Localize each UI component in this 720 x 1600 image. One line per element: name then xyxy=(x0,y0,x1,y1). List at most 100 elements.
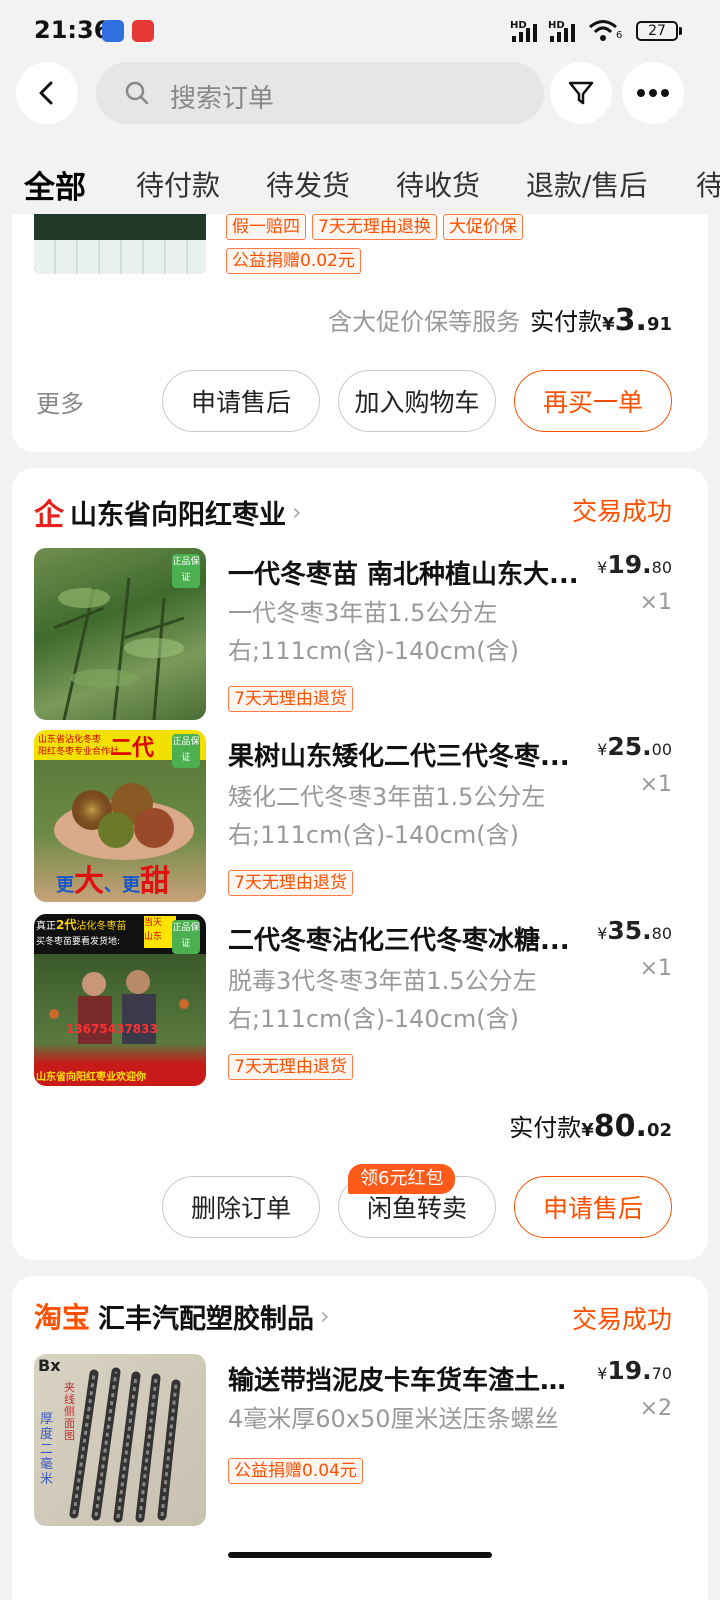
paid-summary: 实付款 ¥ 80. 02 xyxy=(509,1108,672,1144)
mudflap-image xyxy=(69,1367,181,1523)
wifi-sub-label: 6 xyxy=(616,30,623,41)
paid-amount-int: 3. xyxy=(614,303,647,338)
battery-level: 27 xyxy=(648,23,666,39)
paid-label: 实付款 xyxy=(530,308,603,336)
product-thumbnail[interactable]: 山东省沾化冬枣 阳红冬枣专业合作社 二代 正品保证 更大、更甜 xyxy=(34,730,206,902)
chevron-right-icon: › xyxy=(292,498,302,526)
store-header[interactable]: 淘宝 汇丰汽配塑胶制品 › xyxy=(34,1296,330,1336)
authentic-badge: 正品保证 xyxy=(172,920,200,954)
image-slogan: 更大、更甜 xyxy=(56,856,170,900)
tab-pending-receipt[interactable]: 待收货 xyxy=(396,164,480,204)
product-thumbnail[interactable]: 正品保证 xyxy=(34,548,206,720)
filter-button[interactable] xyxy=(550,62,612,124)
authentic-badge: 正品保证 xyxy=(172,554,200,588)
tab-refund[interactable]: 退款/售后 xyxy=(526,164,647,204)
service-tag: 7天无理由退货 xyxy=(228,1054,353,1080)
image-text: 厚度二毫米 xyxy=(40,1412,54,1487)
product-title[interactable]: 果树山东矮化二代三代冬枣... xyxy=(228,736,588,773)
authentic-badge: 正品保证 xyxy=(172,734,200,768)
button-label: 再买一单 xyxy=(542,388,643,417)
image-text: 夹线侧面图 xyxy=(64,1381,75,1442)
image-text: 13675437833 xyxy=(66,1022,158,1036)
apply-after-sale-button[interactable]: 申请售后 xyxy=(514,1176,672,1238)
search-icon xyxy=(125,81,149,105)
store-name: 山东省向阳红枣业 xyxy=(70,499,286,531)
service-tag: 7天无理由退货 xyxy=(228,686,353,712)
image-text: Bx xyxy=(38,1356,61,1375)
order-status: 交易成功 xyxy=(571,1305,672,1334)
tab-more[interactable]: 待 xyxy=(696,164,720,204)
filter-icon xyxy=(568,81,594,105)
price-dec: 80 xyxy=(651,558,672,577)
price-int: 35. xyxy=(607,916,652,945)
product-spec: 一代冬枣3年苗1.5公分左右;111cm(含)-140cm(含) xyxy=(228,599,519,665)
product-price: ¥19.80 xyxy=(597,550,672,579)
order-card: 假一赔四 7天无理由退换 大促价保 公益捐赠0.02元 含大促价保等服务 实付款 ¥… xyxy=(12,214,708,452)
product-thumbnail[interactable]: Bx 厚度二毫米 夹线侧面图 xyxy=(34,1354,206,1526)
red-packet-badge[interactable]: 领6元红包 xyxy=(348,1164,456,1194)
service-tag: 7天无理由退换 xyxy=(312,214,437,240)
store-header[interactable]: 企 山东省向阳红枣业 › xyxy=(34,490,302,534)
product-quantity: ×1 xyxy=(639,956,672,981)
product-spec: 矮化二代冬枣3年苗1.5公分左右;111cm(含)-140cm(含) xyxy=(228,783,546,849)
enterprise-badge-icon: 企 xyxy=(34,498,64,533)
chevron-left-icon xyxy=(39,81,53,105)
product-spec: 4毫米厚60x50厘米送压条螺丝 xyxy=(228,1405,559,1433)
order-status: 交易成功 xyxy=(571,497,672,526)
app-notification-icon xyxy=(102,20,124,42)
image-text: 山东省向阳红枣业欢迎你 xyxy=(36,1072,146,1083)
battery-tip xyxy=(679,27,682,35)
button-label: 申请售后 xyxy=(542,1194,643,1223)
service-note: 含大促价保等服务 xyxy=(328,308,521,336)
button-label: 删除订单 xyxy=(190,1194,291,1223)
product-thumbnail[interactable] xyxy=(34,214,206,274)
product-title[interactable]: 一代冬枣苗 南北种植山东大... xyxy=(228,554,588,591)
product-thumbnail[interactable]: 真正2代沾化冬枣苗 当天 山东 买冬枣苗要看发货地: 正品保证 136754378… xyxy=(34,914,206,1086)
product-title[interactable]: 二代冬枣沾化三代冬枣冰糖... xyxy=(228,920,588,957)
image-text: 大 xyxy=(74,864,104,899)
product-quantity: ×1 xyxy=(639,590,672,615)
product-title[interactable]: 输送带挡泥皮卡车货车渣土车... xyxy=(228,1360,588,1397)
product-price: ¥35.80 xyxy=(597,916,672,945)
image-text-row: 真正2代沾化冬枣苗 xyxy=(36,916,126,933)
signal-icon xyxy=(550,20,580,42)
back-button[interactable] xyxy=(16,62,78,124)
search-placeholder: 搜索订单 xyxy=(170,84,275,114)
tab-pending-payment[interactable]: 待付款 xyxy=(136,164,220,204)
image-text: 、更 xyxy=(104,875,140,896)
price-dec: 00 xyxy=(651,740,672,759)
delete-order-button[interactable]: 删除订单 xyxy=(162,1176,320,1238)
price-int: 25. xyxy=(607,732,652,761)
store-name: 汇丰汽配塑胶制品 xyxy=(98,1303,315,1335)
currency-symbol: ¥ xyxy=(597,1364,608,1383)
button-label: 申请售后 xyxy=(190,388,291,417)
taobao-badge-icon: 淘宝 xyxy=(34,1301,91,1334)
currency-symbol: ¥ xyxy=(581,1120,594,1141)
wifi-icon xyxy=(589,20,617,41)
home-indicator[interactable] xyxy=(228,1552,492,1558)
currency-symbol: ¥ xyxy=(597,740,608,759)
tab-pending-shipment[interactable]: 待发货 xyxy=(266,164,350,204)
more-actions-link[interactable]: 更多 xyxy=(36,384,84,419)
order-tabs: 全部 待付款 待发货 待收货 退款/售后 待 xyxy=(0,150,720,216)
donation-tag: 公益捐赠0.04元 xyxy=(228,1458,363,1484)
donation-tag: 公益捐赠0.02元 xyxy=(226,248,361,274)
apply-after-sale-button[interactable]: 申请售后 xyxy=(162,370,320,432)
paid-amount-dec: 91 xyxy=(646,314,672,335)
service-tags: 假一赔四 7天无理由退换 大促价保 xyxy=(226,214,529,240)
price-int: 19. xyxy=(607,1356,652,1385)
tab-all[interactable]: 全部 xyxy=(24,162,86,207)
buy-again-button[interactable]: 再买一单 xyxy=(514,370,672,432)
product-price: ¥19.70 xyxy=(597,1356,672,1385)
price-int: 19. xyxy=(607,550,652,579)
paid-amount-dec: 02 xyxy=(646,1120,672,1141)
product-quantity: ×1 xyxy=(639,772,672,797)
image-text: 买冬枣苗要看发货地: xyxy=(36,937,121,947)
more-button[interactable] xyxy=(622,62,684,124)
service-tag: 大促价保 xyxy=(442,214,523,240)
paid-summary: 含大促价保等服务 实付款 ¥ 3. 91 xyxy=(328,302,672,338)
search-input[interactable]: 搜索订单 xyxy=(96,62,544,124)
add-to-cart-button[interactable]: 加入购物车 xyxy=(338,370,496,432)
chevron-right-icon: › xyxy=(320,1302,330,1330)
signal-icon xyxy=(512,20,542,42)
